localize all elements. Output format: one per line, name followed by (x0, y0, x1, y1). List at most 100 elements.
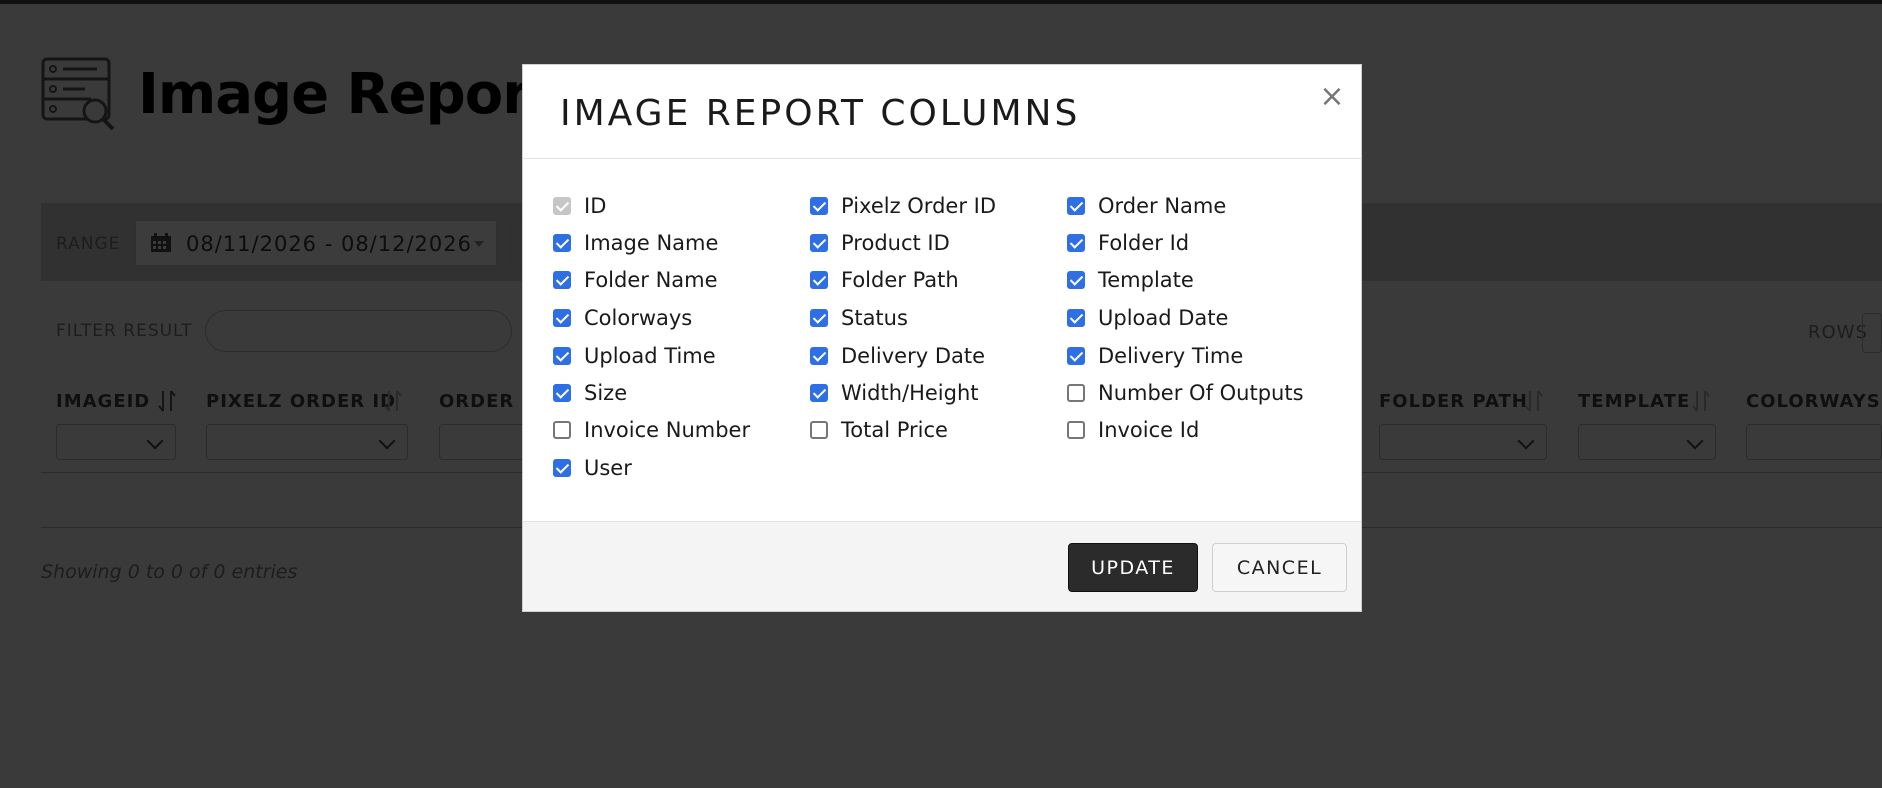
checkbox-label[interactable]: Status (841, 306, 908, 330)
date-range-picker[interactable]: 08/11/2026 - 08/12/2026 (135, 220, 497, 266)
checkbox-label[interactable]: Folder Name (584, 268, 718, 292)
checkbox-label[interactable]: Upload Date (1098, 306, 1228, 330)
checkbox-label[interactable]: User (584, 456, 632, 480)
close-icon[interactable]: × (1317, 82, 1347, 112)
column-checkbox-item[interactable]: Delivery Date (810, 342, 985, 370)
checkbox-label[interactable]: Pixelz Order ID (841, 194, 996, 218)
checkbox[interactable] (553, 421, 571, 439)
filter-label: FILTER RESULT (56, 321, 193, 341)
column-checkbox-item[interactable]: Product ID (810, 229, 950, 257)
checkbox[interactable] (553, 271, 571, 289)
checkbox-label[interactable]: Delivery Time (1098, 344, 1243, 368)
checkbox-label[interactable]: Number Of Outputs (1098, 381, 1304, 405)
checkbox[interactable] (553, 309, 571, 327)
checkbox[interactable] (1067, 384, 1085, 402)
checkbox-label[interactable]: Invoice Number (584, 418, 750, 442)
column-header-folder-path[interactable]: FOLDER PATH (1379, 391, 1528, 412)
checkbox[interactable] (810, 421, 828, 439)
column-header-template[interactable]: TEMPLATE (1578, 391, 1690, 412)
checkbox-label[interactable]: Product ID (841, 231, 950, 255)
column-checkbox-item[interactable]: Number Of Outputs (1067, 379, 1304, 407)
checkbox[interactable] (810, 309, 828, 327)
column-checkbox-item[interactable]: Colorways (553, 304, 692, 332)
checkbox[interactable] (810, 384, 828, 402)
checkbox-label[interactable]: Size (584, 381, 627, 405)
date-range-value: 08/11/2026 - 08/12/2026 (186, 232, 473, 256)
column-checkbox-item[interactable]: Order Name (1067, 192, 1226, 220)
column-filter-select[interactable] (1746, 424, 1882, 460)
checkbox-label[interactable]: Width/Height (841, 381, 979, 405)
columns-modal: IMAGE REPORT COLUMNS × ID Pixelz Order ID… (522, 64, 1362, 612)
checkbox[interactable] (810, 197, 828, 215)
column-checkbox-item[interactable]: Folder Path (810, 266, 959, 294)
checkbox[interactable] (1067, 197, 1085, 215)
checkbox[interactable] (553, 384, 571, 402)
caret-down-icon (474, 241, 484, 247)
column-filter-select[interactable] (206, 424, 408, 460)
column-checkbox-item[interactable]: Pixelz Order ID (810, 192, 996, 220)
column-filter-select[interactable] (56, 424, 176, 460)
chevron-down-icon (378, 432, 396, 450)
checkbox[interactable] (1067, 347, 1085, 365)
column-checkbox-item[interactable]: Total Price (810, 416, 948, 444)
update-button[interactable]: UPDATE (1068, 543, 1198, 592)
sort-icon[interactable] (1523, 389, 1545, 413)
checkbox-label[interactable]: Colorways (584, 306, 692, 330)
report-search-icon (41, 57, 115, 131)
sort-icon[interactable] (1690, 389, 1712, 413)
checkbox[interactable] (810, 271, 828, 289)
checkbox (553, 197, 571, 215)
column-checkbox-item[interactable]: Template (1067, 266, 1194, 294)
column-checkbox-item[interactable]: User (553, 454, 632, 482)
column-checkbox-item[interactable]: Delivery Time (1067, 342, 1243, 370)
column-checkbox-item[interactable]: Upload Time (553, 342, 716, 370)
checkbox-label[interactable]: Folder Id (1098, 231, 1189, 255)
column-checkbox-item[interactable]: Width/Height (810, 379, 979, 407)
column-checkbox-item[interactable]: Folder Id (1067, 229, 1189, 257)
column-header-colorways[interactable]: COLORWAYS (1746, 391, 1881, 412)
checkbox[interactable] (1067, 309, 1085, 327)
entries-info: Showing 0 to 0 of 0 entries (41, 561, 298, 583)
column-checkbox-item[interactable]: Folder Name (553, 266, 718, 294)
column-header-imageid[interactable]: IMAGEID (56, 391, 150, 412)
checkbox[interactable] (1067, 234, 1085, 252)
column-filter-select[interactable] (1578, 424, 1716, 460)
sort-icon[interactable] (382, 389, 404, 413)
checkbox-label[interactable]: ID (584, 194, 606, 218)
column-checkbox-item[interactable]: Invoice Id (1067, 416, 1199, 444)
checkbox[interactable] (1067, 271, 1085, 289)
rows-select[interactable] (1862, 313, 1882, 353)
column-checkbox-item: ID (553, 192, 606, 220)
checkbox-label[interactable]: Template (1098, 268, 1194, 292)
checkbox-label[interactable]: Order Name (1098, 194, 1226, 218)
checkbox[interactable] (810, 347, 828, 365)
column-checkbox-item[interactable]: Status (810, 304, 908, 332)
column-checkbox-item[interactable]: Invoice Number (553, 416, 750, 444)
cancel-button[interactable]: CANCEL (1212, 543, 1347, 592)
checkbox-label[interactable]: Image Name (584, 231, 718, 255)
calendar-icon (151, 233, 171, 252)
checkbox[interactable] (1067, 421, 1085, 439)
checkbox[interactable] (810, 234, 828, 252)
modal-title: IMAGE REPORT COLUMNS (560, 93, 1081, 134)
column-header-pixelz-order-id[interactable]: PIXELZ ORDER ID (206, 391, 396, 412)
checkbox-label[interactable]: Invoice Id (1098, 418, 1199, 442)
checkbox[interactable] (553, 234, 571, 252)
checkbox-label[interactable]: Folder Path (841, 268, 959, 292)
column-checkbox-item[interactable]: Upload Date (1067, 304, 1228, 332)
checkbox-label[interactable]: Total Price (841, 418, 948, 442)
page-title: Image Report (138, 62, 556, 127)
chevron-down-icon (1686, 432, 1704, 450)
rows-label: ROWS (1808, 322, 1868, 343)
chevron-down-icon (1517, 432, 1535, 450)
checkbox-label[interactable]: Upload Time (584, 344, 716, 368)
column-filter-select[interactable] (1379, 424, 1547, 460)
column-checkbox-item[interactable]: Size (553, 379, 627, 407)
checkbox[interactable] (553, 347, 571, 365)
filter-input[interactable] (205, 310, 512, 352)
sort-icon[interactable] (156, 389, 178, 413)
checkbox[interactable] (553, 459, 571, 477)
checkbox-label[interactable]: Delivery Date (841, 344, 985, 368)
column-checkbox-item[interactable]: Image Name (553, 229, 718, 257)
column-filter-select[interactable] (439, 424, 529, 460)
